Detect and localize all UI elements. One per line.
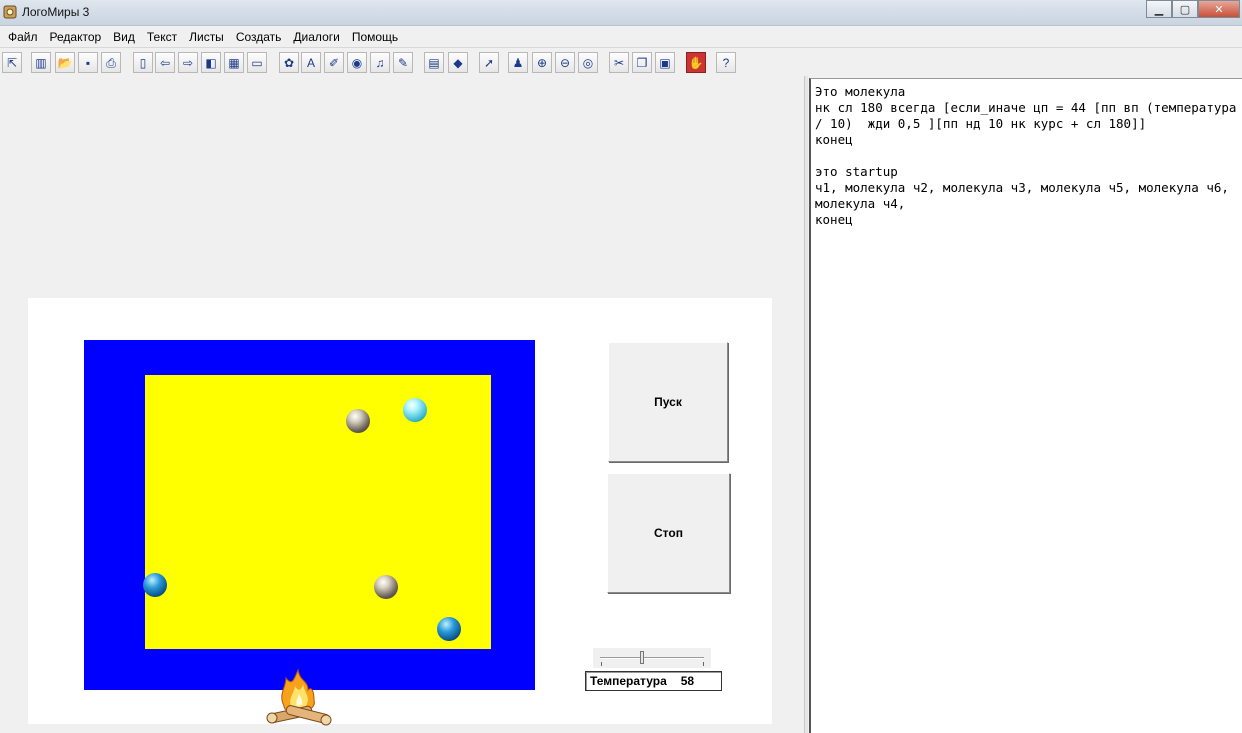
- container-yellow: [145, 375, 491, 649]
- title-bar: ЛогоМиры 3 ▁ ▢ ✕: [0, 0, 1242, 26]
- zoom-out-icon: ⊖: [559, 55, 571, 70]
- molecule-turtle[interactable]: [346, 409, 370, 433]
- minimize-button[interactable]: ▁: [1146, 0, 1172, 18]
- slider-tick: [703, 662, 704, 666]
- open-folder-icon: 📂: [57, 55, 73, 70]
- page-layout-icon: ◧: [205, 55, 217, 70]
- stamp-icon: ♟: [512, 55, 524, 70]
- save-disk-button[interactable]: ▪: [78, 52, 98, 73]
- close-icon: ✕: [1214, 3, 1224, 16]
- eraser-icon: ◆: [453, 55, 463, 70]
- app-logo-icon: [3, 5, 17, 19]
- music-note-button[interactable]: ♫: [370, 52, 390, 73]
- new-page-icon: ▯: [139, 55, 147, 70]
- eye-mask-icon: ◉: [351, 55, 363, 70]
- menu-dialogs[interactable]: Диалоги: [287, 27, 345, 47]
- cursor-arrow-button[interactable]: ➚: [479, 52, 499, 73]
- temperature-readout: Температура 58: [585, 671, 722, 691]
- molecule-turtle[interactable]: [143, 573, 167, 597]
- turtle-button[interactable]: ✿: [279, 52, 299, 73]
- cursor-arrow-icon: ➚: [483, 55, 495, 70]
- slider-tick: [601, 662, 602, 666]
- menu-view[interactable]: Вид: [107, 27, 141, 47]
- text-box-button[interactable]: A: [301, 52, 321, 73]
- text-box-icon: A: [306, 55, 315, 70]
- arrow-left-icon: ⇦: [159, 55, 171, 70]
- slider-value: 58: [680, 674, 695, 688]
- toolbar: ⇱ ▥ 📂 ▪ ⎙ ▯ ⇦ ⇨ ◧ ▦ ▭ ✿ A ✐ ◉ ♫ ✎ ▤ ◆ ➚ ♟ ⊕ ⊖ ◎ ✂ ❐ ▣ ✋?: [0, 50, 1242, 76]
- save-disk-icon: ▪: [85, 55, 91, 70]
- eye-mask-button[interactable]: ◉: [347, 52, 367, 73]
- menu-file[interactable]: Файл: [2, 27, 44, 47]
- slider-track: [600, 657, 704, 659]
- clipboard-icon: ▤: [428, 55, 440, 70]
- stop-hand-icon: ✋: [688, 55, 704, 70]
- print-icon: ⎙: [106, 55, 116, 70]
- slider-name: Температура: [590, 674, 667, 688]
- close-button[interactable]: ✕: [1198, 0, 1240, 18]
- help-button[interactable]: ?: [716, 52, 736, 73]
- scissors-button[interactable]: ✂: [609, 52, 629, 73]
- grid-icon: ▦: [228, 55, 240, 70]
- eraser-button[interactable]: ◆: [448, 52, 468, 73]
- maximize-icon: ▢: [1179, 3, 1191, 16]
- turtle-icon: ✿: [283, 55, 295, 70]
- paste-button[interactable]: ▣: [655, 52, 675, 73]
- stop-hand-button[interactable]: ✋: [686, 52, 706, 73]
- molecule-turtle[interactable]: [374, 575, 398, 599]
- stop-button[interactable]: Стоп: [607, 473, 730, 593]
- copy-icon: ❐: [636, 55, 648, 70]
- arrow-right-button[interactable]: ⇨: [178, 52, 198, 73]
- pointer-arrow-icon: ⇱: [6, 55, 18, 70]
- zoom-in-button[interactable]: ⊕: [532, 52, 552, 73]
- menu-text[interactable]: Текст: [141, 27, 183, 47]
- copy-button[interactable]: ❐: [632, 52, 652, 73]
- new-page-button[interactable]: ▯: [133, 52, 153, 73]
- molecule-turtle[interactable]: [403, 398, 427, 422]
- music-note-icon: ♫: [375, 55, 385, 70]
- grid-button[interactable]: ▦: [224, 52, 244, 73]
- menu-pages[interactable]: Листы: [183, 27, 230, 47]
- zoom-out-button[interactable]: ⊖: [555, 52, 575, 73]
- procedures-text[interactable]: Это молекула нк сл 180 всегда [если_инач…: [815, 84, 1240, 228]
- page-layout-button[interactable]: ◧: [201, 52, 221, 73]
- clipboard-button[interactable]: ▤: [424, 52, 444, 73]
- start-button[interactable]: Пуск: [608, 342, 728, 462]
- arrow-left-button[interactable]: ⇦: [155, 52, 175, 73]
- campfire-icon: [266, 668, 332, 726]
- slider-thumb[interactable]: [640, 651, 644, 664]
- print-button[interactable]: ⎙: [101, 52, 121, 73]
- eye-button[interactable]: ◎: [578, 52, 598, 73]
- arrow-right-icon: ⇨: [182, 55, 194, 70]
- stamp-button[interactable]: ♟: [508, 52, 528, 73]
- calculator-button[interactable]: ▥: [31, 52, 51, 73]
- menu-help[interactable]: Помощь: [346, 27, 404, 47]
- pen-button[interactable]: ✎: [393, 52, 413, 73]
- calculator-icon: ▥: [35, 55, 47, 70]
- minimize-icon: ▁: [1154, 3, 1164, 16]
- maximize-button[interactable]: ▢: [1172, 0, 1198, 18]
- rectangle-button[interactable]: ▭: [247, 52, 267, 73]
- menu-editor[interactable]: Редактор: [44, 27, 108, 47]
- paint-brush-icon: ✐: [328, 55, 340, 70]
- help-icon: ?: [722, 55, 730, 70]
- paste-icon: ▣: [659, 55, 671, 70]
- molecule-turtle[interactable]: [437, 617, 461, 641]
- rectangle-icon: ▭: [251, 55, 263, 70]
- procedures-editor[interactable]: Это молекула нк сл 180 всегда [если_инач…: [809, 78, 1242, 733]
- scissors-icon: ✂: [613, 55, 625, 70]
- pointer-arrow-button[interactable]: ⇱: [2, 52, 22, 73]
- menu-create[interactable]: Создать: [230, 27, 288, 47]
- open-folder-button[interactable]: 📂: [55, 52, 75, 73]
- paint-brush-button[interactable]: ✐: [324, 52, 344, 73]
- pane-splitter[interactable]: [804, 76, 808, 733]
- eye-icon: ◎: [582, 55, 594, 70]
- pen-icon: ✎: [397, 55, 409, 70]
- temperature-slider[interactable]: [593, 648, 711, 668]
- zoom-in-icon: ⊕: [536, 55, 548, 70]
- window-title: ЛогоМиры 3: [22, 5, 90, 19]
- menu-bar: Файл Редактор Вид Текст Листы Создать Ди…: [0, 27, 1242, 48]
